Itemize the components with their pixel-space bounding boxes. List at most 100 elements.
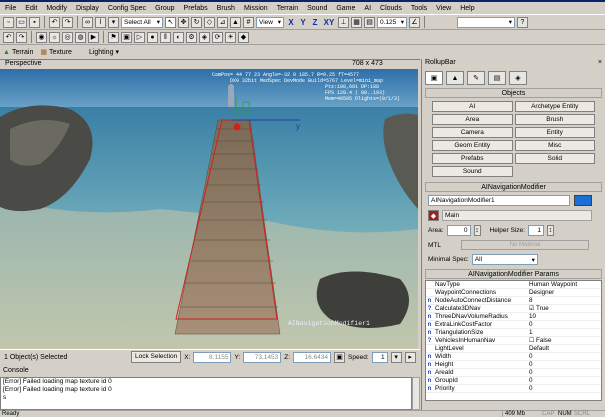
min-spec-dropdown[interactable]: All ▾ [471,254,538,265]
lock-icon[interactable]: ▣ [334,351,346,363]
texture-button[interactable]: ▦ Texture [40,48,72,57]
play-icon[interactable]: ▷ [134,31,145,43]
param-row[interactable]: n ExtraLinkCostFactor 0 [426,321,601,329]
param-value[interactable]: 0 [529,321,601,328]
z-coordinate-field[interactable]: 16.6434 [293,351,332,363]
pause-icon[interactable]: ‖ [160,31,171,43]
speed-dropdown-icon[interactable]: ▾ [390,351,402,363]
layer-icon[interactable]: ◆ [428,210,439,221]
redo-icon[interactable]: ↷ [62,16,73,28]
menu-item-display[interactable]: Display [76,5,99,12]
console-scrollbar[interactable] [412,377,420,410]
param-row[interactable]: n NodeAutoConnectDistance 8 [426,297,601,305]
object-button-brush[interactable]: Brush [514,114,595,125]
console-output[interactable]: [Error] Failed loading map texture id 0 … [0,377,412,410]
param-value[interactable]: 0 [529,369,601,376]
param-checkbox[interactable]: ☑ [529,306,536,312]
x-coordinate-field[interactable]: 8.1155 [193,351,232,363]
helper-size-spin-icon[interactable]: ↕ [546,225,554,236]
param-value[interactable]: 0 [529,377,601,384]
unlink-icon[interactable]: ⌇ [95,16,106,28]
y-coordinate-field[interactable]: 73.1453 [243,351,282,363]
object-button-camera[interactable]: Camera [432,127,513,138]
menu-item-file[interactable]: File [5,5,16,12]
area-spin-icon[interactable]: ↕ [473,225,481,236]
undo-icon[interactable]: ↶ [3,31,14,43]
object-button-solid[interactable]: Solid [514,153,595,164]
menu-item-clouds[interactable]: Clouds [380,5,402,12]
menu-item-edit[interactable]: Edit [25,5,37,12]
axis-z-button[interactable]: Z [310,18,320,27]
refresh-icon[interactable]: ⟳ [212,31,223,43]
tab-modify-icon[interactable]: ✎ [467,71,485,85]
new-icon[interactable]: ▫ [3,16,14,28]
shield-icon[interactable]: ◈ [199,31,210,43]
object-pivot[interactable] [233,123,241,131]
object-button-area[interactable]: Area [432,114,513,125]
tab-layers-icon[interactable]: ◈ [509,71,527,85]
param-row[interactable]: ? Calculate3DNav ☑ True [426,305,601,313]
redo-icon[interactable]: ↷ [16,31,27,43]
menu-item-prefabs[interactable]: Prefabs [184,5,208,12]
param-row[interactable]: n ThreeDNavVolumeRadius 10 [426,313,601,321]
param-value[interactable]: 1 [529,329,601,336]
helper-size-field[interactable]: 1 [527,225,544,236]
tab-display-icon[interactable]: ▤ [488,71,506,85]
scale-icon[interactable]: ◇ [204,16,215,28]
tab-terrain-icon[interactable]: ▲ [446,71,464,85]
param-value[interactable]: Human Waypoint [529,281,601,288]
menu-item-config-spec[interactable]: Config Spec [108,5,146,12]
sun-icon[interactable]: ☀ [225,31,236,43]
globe-icon[interactable]: ◐ [173,31,184,43]
snap-value-dropdown[interactable]: 0.125 ▾ [377,16,407,28]
move-icon[interactable]: ✥ [178,16,189,28]
object-button-entity[interactable]: Entity [514,127,595,138]
object-button-sound[interactable]: Sound [432,166,513,177]
palette-icon[interactable]: ◆ [238,31,249,43]
terrain-snap-icon[interactable]: ▲ [230,16,241,28]
menu-item-terrain[interactable]: Terrain [277,5,298,12]
layer-button[interactable]: Main [442,210,592,221]
param-value[interactable]: 0 [529,361,601,368]
tab-objects-icon[interactable]: ▣ [425,71,443,85]
param-value[interactable]: 0 [529,385,601,392]
param-value[interactable]: Default [529,345,601,352]
settings-icon[interactable]: ⚙ [186,31,197,43]
undo-icon[interactable]: ↶ [49,16,60,28]
object-button-misc[interactable]: Misc [514,140,595,151]
menu-item-brush[interactable]: Brush [217,5,235,12]
layer-dropdown[interactable]: ▾ [457,16,515,28]
object-button-prefabs[interactable]: Prefabs [432,153,513,164]
grid-snap-icon[interactable]: # [243,16,254,28]
record-icon[interactable]: ● [147,31,158,43]
axis-x-button[interactable]: X [286,18,296,27]
param-value[interactable]: 10 [529,313,601,320]
help-icon[interactable]: ? [517,16,528,28]
param-value[interactable]: False [536,337,551,344]
param-row[interactable]: LightLevel Default [426,345,601,353]
param-row[interactable]: ? VehiclesInHumanNav ☐ False [426,337,601,345]
ai-icon[interactable]: ◍ [75,31,86,43]
object-axis-icon[interactable]: ▦ [351,16,362,28]
params-header[interactable]: AINavigationModifier Params [425,269,602,279]
objects-header[interactable]: Objects [425,88,602,98]
param-row[interactable]: n Priority 0 [426,385,601,393]
lighting-button[interactable]: Lighting ▾ [89,48,119,57]
save-icon[interactable]: ▪ [29,16,40,28]
terrain-axis-icon[interactable]: ⊥ [338,16,349,28]
modifier-header[interactable]: AINavigationModifier [425,182,602,192]
menu-item-game[interactable]: Game [336,5,355,12]
coordinate-system-dropdown[interactable]: View ▾ [256,16,284,28]
param-row[interactable]: n AreaId 0 [426,369,601,377]
grid-icon[interactable]: ▤ [364,16,375,28]
menu-item-modify[interactable]: Modify [46,5,67,12]
terrain-button[interactable]: ▲ Terrain [3,49,33,56]
axis-y-button[interactable]: Y [298,18,308,27]
close-icon[interactable]: × [598,59,605,69]
selection-dropdown[interactable]: Select All ▾ [121,16,163,28]
lock-icon[interactable]: ▣ [121,31,132,43]
scene-render[interactable]: y AINavigationModifier1 CamPos= 44 77 23… [0,69,418,349]
link-icon[interactable]: ∞ [82,16,93,28]
object-button-archetype-entity[interactable]: Archetype Entity [514,101,595,112]
param-row[interactable]: WaypointConnections Designer [426,289,601,297]
